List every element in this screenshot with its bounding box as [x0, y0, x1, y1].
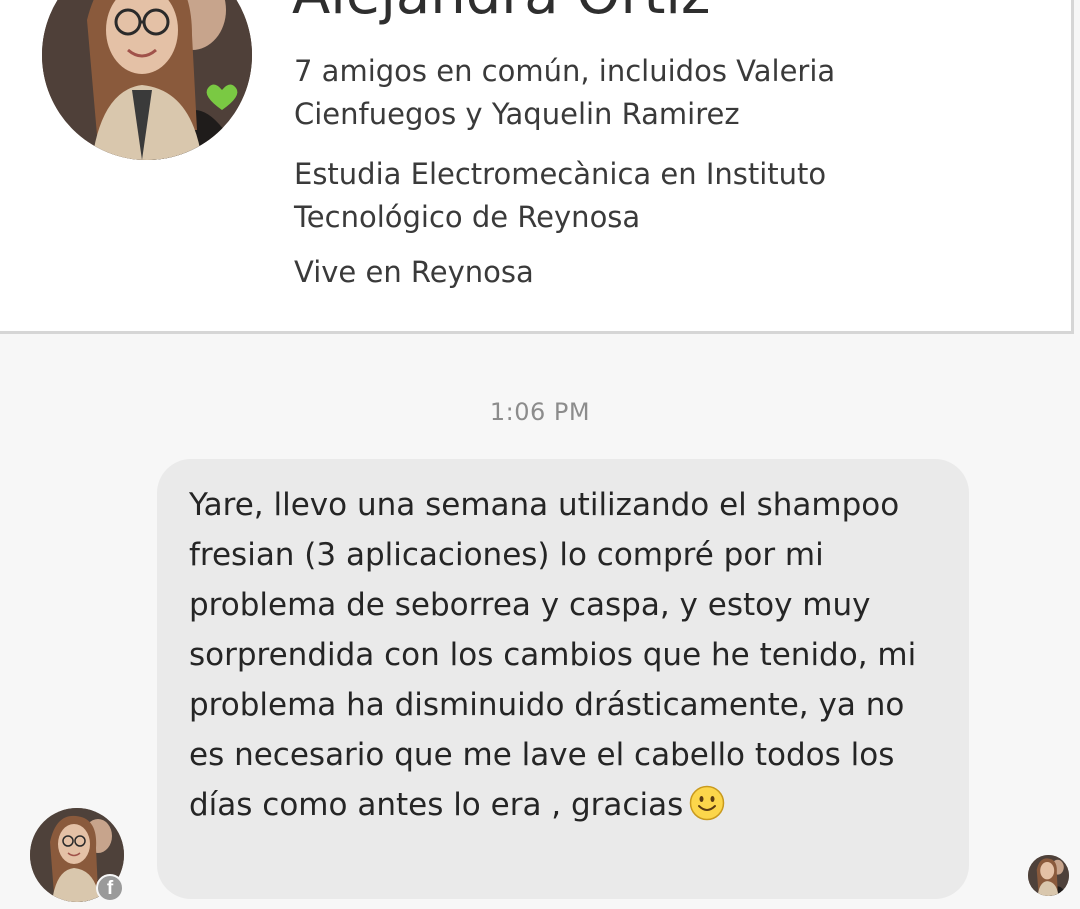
message-text-wrapper: Yare, llevo una semana utilizando el sha… — [189, 480, 949, 830]
seen-indicator-avatar — [1028, 855, 1069, 896]
profile-photo-icon — [1028, 855, 1069, 896]
smiley-face-icon — [689, 785, 725, 821]
message-timestamp: 1:06 PM — [489, 398, 591, 426]
profile-name[interactable]: Alejandra Ortiz — [292, 0, 710, 27]
profile-photo-icon — [42, 0, 252, 160]
message-bubble[interactable]: Yare, llevo una semana utilizando el sha… — [157, 459, 969, 899]
mutual-friends-text: 7 amigos en común, incluidos Valeria Cie… — [294, 54, 836, 131]
profile-card: Alejandra Ortiz 7 amigos en común, inclu… — [0, 0, 1074, 334]
education-text: Estudia Electromecànica en Instituto Tec… — [294, 157, 827, 234]
location-text: Vive en Reynosa — [294, 255, 534, 289]
facebook-icon: f — [96, 874, 124, 902]
message-text: Yare, llevo una semana utilizando el sha… — [189, 487, 917, 823]
profile-avatar[interactable] — [42, 0, 252, 160]
